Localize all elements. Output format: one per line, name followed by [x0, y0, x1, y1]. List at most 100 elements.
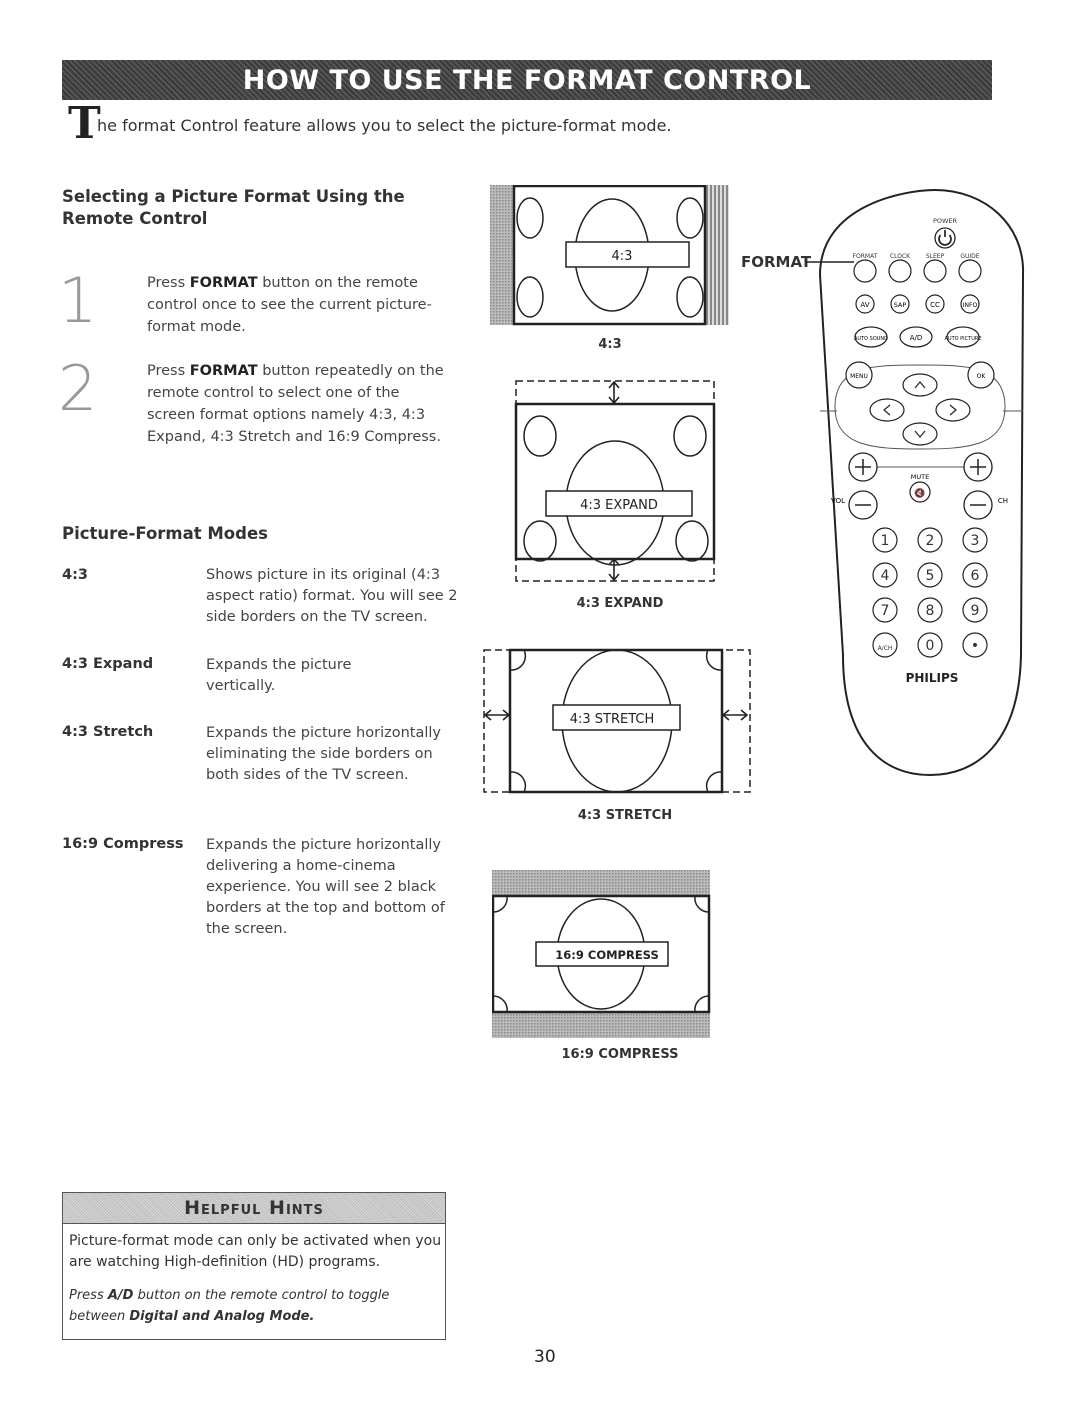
mode-name-43-expand: 4:3 Expand: [62, 656, 154, 672]
mute-button[interactable]: 🔇: [909, 481, 931, 503]
section-title-line1: Selecting a Picture Format Using the: [62, 187, 405, 206]
digit-button-5[interactable]: 5: [917, 562, 943, 588]
caption-43-stretch: 4:3 STRETCH: [577, 808, 673, 823]
digit-button-1[interactable]: 1: [872, 527, 898, 553]
digit-button-12[interactable]: •: [962, 632, 988, 658]
diagram-label: 4:3 STRETCH: [570, 712, 655, 727]
digit-button-9[interactable]: 9: [962, 597, 988, 623]
ch-label: CH: [998, 497, 1008, 505]
power-button[interactable]: [934, 227, 956, 249]
side-border-right: [705, 185, 729, 325]
ch-up-button[interactable]: [963, 452, 993, 482]
info-button[interactable]: INFO: [960, 294, 980, 314]
mode-desc-43-stretch: Expands the picture horizontally elimina…: [206, 725, 441, 783]
diagram-169-compress: 16:9 COMPRESS: [492, 870, 711, 1038]
digit-label: 0: [926, 638, 935, 654]
clock-button[interactable]: [888, 259, 912, 283]
digit-button-2[interactable]: 2: [917, 527, 943, 553]
digit-button-7[interactable]: 7: [872, 597, 898, 623]
digit-button-3[interactable]: 3: [962, 527, 988, 553]
menu-button[interactable]: MENU: [845, 361, 873, 389]
ad-button[interactable]: A/D: [899, 326, 933, 348]
arrow-horizontal-left: [483, 709, 511, 721]
svg-text:CC: CC: [930, 301, 940, 309]
step-text-2: Press FORMAT button repeatedly on the re…: [147, 363, 444, 445]
hints-paragraph-2: Press A/D button on the remote control t…: [69, 1288, 390, 1324]
mode-desc-169-compress: Expands the picture horizontally deliver…: [206, 837, 445, 937]
intro-text: he format Control feature allows you to …: [97, 116, 672, 135]
digit-button-11[interactable]: 0: [917, 632, 943, 658]
page-banner: HOW TO USE THE FORMAT CONTROL: [62, 60, 992, 100]
digit-label: 6: [971, 568, 980, 584]
diagram-label: 16:9 COMPRESS: [555, 948, 658, 962]
hints-paragraph-1: Picture-format mode can only be activate…: [69, 1233, 442, 1270]
vol-up-button[interactable]: [848, 452, 878, 482]
format-button[interactable]: [853, 259, 877, 283]
digit-label: 8: [926, 603, 935, 619]
svg-text:FORMAT: FORMAT: [853, 253, 878, 260]
mode-name-43-stretch: 4:3 Stretch: [62, 724, 154, 740]
digit-label: 1: [881, 533, 890, 549]
digit-label: 3: [971, 533, 980, 549]
section-title-modes: Picture-Format Modes: [62, 524, 268, 543]
av-button[interactable]: AV: [855, 294, 875, 314]
mode-name-43: 4:3: [62, 567, 88, 583]
svg-text:AUTO PICTURE: AUTO PICTURE: [945, 336, 982, 342]
top-border: [492, 870, 710, 896]
step-number-2: 2: [58, 352, 98, 425]
side-border-left: [490, 185, 514, 325]
caption-43-expand: 4:3 EXPAND: [576, 596, 664, 611]
vol-label: VOL: [831, 497, 845, 505]
digit-label: 2: [926, 533, 935, 549]
mute-label: MUTE: [911, 473, 929, 481]
caption-169-compress: 16:9 COMPRESS: [561, 1047, 679, 1062]
digit-label: 4: [881, 568, 890, 584]
section-title-selecting: Selecting a Picture Format Using the Rem…: [62, 186, 405, 230]
mode-desc-43-expand: Expands the picture vertically.: [206, 657, 352, 694]
digit-label: •: [971, 638, 979, 654]
ok-button[interactable]: OK: [967, 361, 995, 389]
hints-header: Helpful Hints: [63, 1193, 445, 1224]
svg-text:AV: AV: [860, 301, 869, 309]
sleep-button[interactable]: [923, 259, 947, 283]
page-number: 30: [534, 1347, 556, 1367]
vol-down-button[interactable]: [848, 490, 878, 520]
ch-down-button[interactable]: [963, 490, 993, 520]
digit-label: 5: [926, 568, 935, 584]
power-label: POWER: [933, 217, 958, 225]
diagram-43-expand: 4:3 EXPAND: [514, 380, 716, 582]
auto-sound-button[interactable]: AUTO SOUND: [854, 326, 888, 348]
screen-frame: [514, 402, 716, 561]
right-button[interactable]: [935, 398, 971, 422]
drop-cap: T: [68, 98, 101, 149]
mode-name-169-compress: 16:9 Compress: [62, 836, 184, 852]
left-button[interactable]: [869, 398, 905, 422]
digit-button-6[interactable]: 6: [962, 562, 988, 588]
helpful-hints-box: Helpful Hints Picture-format mode can on…: [62, 1192, 446, 1340]
cc-button[interactable]: CC: [925, 294, 945, 314]
brand-logo: PHILIPS: [906, 671, 959, 685]
hints-title: Helpful Hints: [184, 1197, 324, 1219]
diagram-43-stretch: 4:3 STRETCH: [483, 648, 751, 794]
digit-button-4[interactable]: 4: [872, 562, 898, 588]
guide-button[interactable]: [958, 259, 982, 283]
digit-label: 9: [971, 603, 980, 619]
remote-control: FORMAT POWER FORMAT CLOCK SLEEP GUIDE AV…: [741, 188, 1025, 777]
diagram-label: 4:3 EXPAND: [580, 498, 658, 513]
up-button[interactable]: [902, 373, 938, 397]
svg-text:MENU: MENU: [850, 373, 868, 380]
step-text-1: Press FORMAT button on the remote contro…: [147, 275, 432, 335]
digit-label: 7: [881, 603, 890, 619]
svg-text:SAP: SAP: [894, 301, 907, 309]
diagram-43: 4:3: [490, 185, 729, 326]
digit-button-10[interactable]: A/CH: [872, 632, 898, 658]
svg-text:A/D: A/D: [910, 334, 923, 342]
sap-button[interactable]: SAP: [890, 294, 910, 314]
mode-desc-43: Shows picture in its original (4:3 aspec…: [206, 567, 458, 625]
digit-button-8[interactable]: 8: [917, 597, 943, 623]
mute-icon: 🔇: [914, 487, 925, 499]
down-button[interactable]: [902, 422, 938, 446]
svg-text:CLOCK: CLOCK: [890, 253, 911, 260]
arrow-vertical-top: [608, 380, 620, 405]
caption-43: 4:3: [598, 337, 622, 352]
